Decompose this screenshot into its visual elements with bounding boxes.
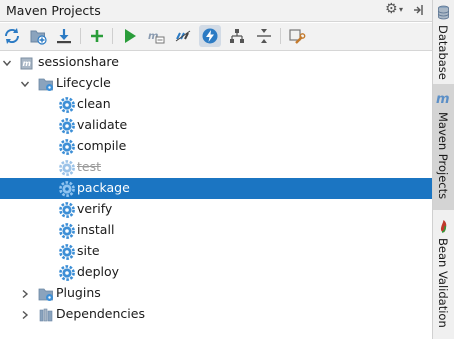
goal-label: verify	[77, 201, 113, 216]
download-button[interactable]	[53, 25, 75, 47]
lifecycle-goal-package[interactable]: package	[0, 178, 432, 199]
lifecycle-goal-deploy[interactable]: deploy	[0, 262, 432, 283]
folder-gear-icon	[38, 78, 53, 91]
lifecycle-goal-validate[interactable]: validate	[0, 115, 432, 136]
lightning-icon	[202, 28, 218, 44]
lifecycle-goal-verify[interactable]: verify	[0, 199, 432, 220]
tree-node-dependencies[interactable]: Dependencies	[0, 304, 432, 325]
show-dependencies-button[interactable]	[226, 25, 248, 47]
toolbar: m	[0, 23, 432, 51]
side-tab-label: Bean Validation	[436, 238, 450, 328]
maven-goal-icon: m	[148, 31, 165, 44]
goal-label: deploy	[77, 264, 120, 279]
reimport-button[interactable]	[1, 25, 23, 47]
tree-node-plugins[interactable]: Plugins	[0, 283, 432, 304]
refresh-icon	[4, 28, 20, 44]
chevron-down-icon[interactable]	[19, 73, 31, 94]
side-tab-maven-projects[interactable]: m Maven Projects	[433, 84, 454, 210]
side-tab-label: Database	[436, 25, 450, 80]
tool-window-strip: Database m Maven Projects Bean Validatio…	[432, 0, 454, 339]
toolbar-separator	[80, 28, 81, 44]
chevron-right-icon[interactable]	[19, 283, 31, 304]
goal-label: validate	[77, 117, 128, 132]
gear-icon	[59, 160, 75, 176]
tree-node-label: Plugins	[56, 285, 101, 300]
goal-label: install	[77, 222, 115, 237]
side-tab-bean-validation[interactable]: Bean Validation	[433, 214, 454, 339]
gear-icon	[59, 118, 75, 134]
toggle-offline-button[interactable]	[172, 25, 194, 47]
run-button[interactable]	[119, 25, 141, 47]
lifecycle-goal-site[interactable]: site	[0, 241, 432, 262]
side-tab-database[interactable]: Database	[433, 0, 454, 80]
lifecycle-goal-clean[interactable]: clean	[0, 94, 432, 115]
goal-label: package	[77, 180, 130, 195]
tree-node-project[interactable]: m sessionshare	[0, 52, 432, 73]
skip-tests-button[interactable]	[199, 25, 221, 47]
svg-text:m: m	[23, 59, 31, 68]
lifecycle-goal-compile[interactable]: compile	[0, 136, 432, 157]
diagram-icon	[230, 29, 244, 43]
chevron-right-icon[interactable]	[19, 304, 31, 325]
maven-settings-button[interactable]	[286, 25, 308, 47]
generate-sources-button[interactable]	[27, 25, 49, 47]
goal-label: clean	[77, 96, 111, 111]
tree-node-label: Lifecycle	[56, 75, 111, 90]
gear-icon[interactable]: ⚙	[385, 1, 398, 17]
tree-node-label: sessionshare	[38, 54, 119, 69]
wrench-icon	[289, 29, 306, 44]
library-icon	[39, 308, 53, 322]
goal-label: site	[77, 243, 100, 258]
tree-node-lifecycle[interactable]: Lifecycle	[0, 73, 432, 94]
chevron-down-icon[interactable]: ▾	[399, 5, 403, 14]
gear-icon	[59, 223, 75, 239]
hide-panel-icon[interactable]	[412, 4, 424, 16]
gear-icon	[59, 139, 75, 155]
plus-icon	[91, 30, 103, 42]
add-project-button[interactable]	[86, 25, 108, 47]
gear-icon	[59, 181, 75, 197]
offline-icon	[175, 30, 191, 42]
panel-header: Maven Projects ⚙ ▾	[0, 0, 432, 22]
download-icon	[57, 29, 71, 44]
bean-icon	[440, 220, 447, 233]
gear-icon	[59, 265, 75, 281]
gear-icon	[59, 244, 75, 260]
lifecycle-goal-install[interactable]: install	[0, 220, 432, 241]
maven-m-icon: m	[436, 92, 450, 107]
gear-icon	[59, 202, 75, 218]
execute-goal-button[interactable]: m	[145, 25, 167, 47]
chevron-down-icon[interactable]	[1, 52, 13, 73]
toolbar-separator	[112, 28, 113, 44]
side-tab-label: Maven Projects	[436, 112, 450, 200]
folder-gear-icon	[38, 288, 53, 301]
maven-project-tree: m sessionshare Lifecycle clean validate	[0, 52, 432, 339]
goal-label: compile	[77, 138, 127, 153]
goal-label-skipped: test	[77, 159, 102, 174]
lifecycle-goal-test[interactable]: test	[0, 157, 432, 178]
collapse-all-button[interactable]	[253, 25, 275, 47]
collapse-icon	[257, 29, 271, 43]
gear-icon	[59, 97, 75, 113]
panel-title: Maven Projects	[6, 3, 101, 18]
database-icon	[438, 5, 449, 20]
play-icon	[125, 29, 136, 43]
maven-module-icon: m	[20, 57, 33, 70]
toolbar-separator	[280, 28, 281, 44]
tree-node-label: Dependencies	[56, 306, 145, 321]
folder-add-icon	[30, 30, 47, 45]
